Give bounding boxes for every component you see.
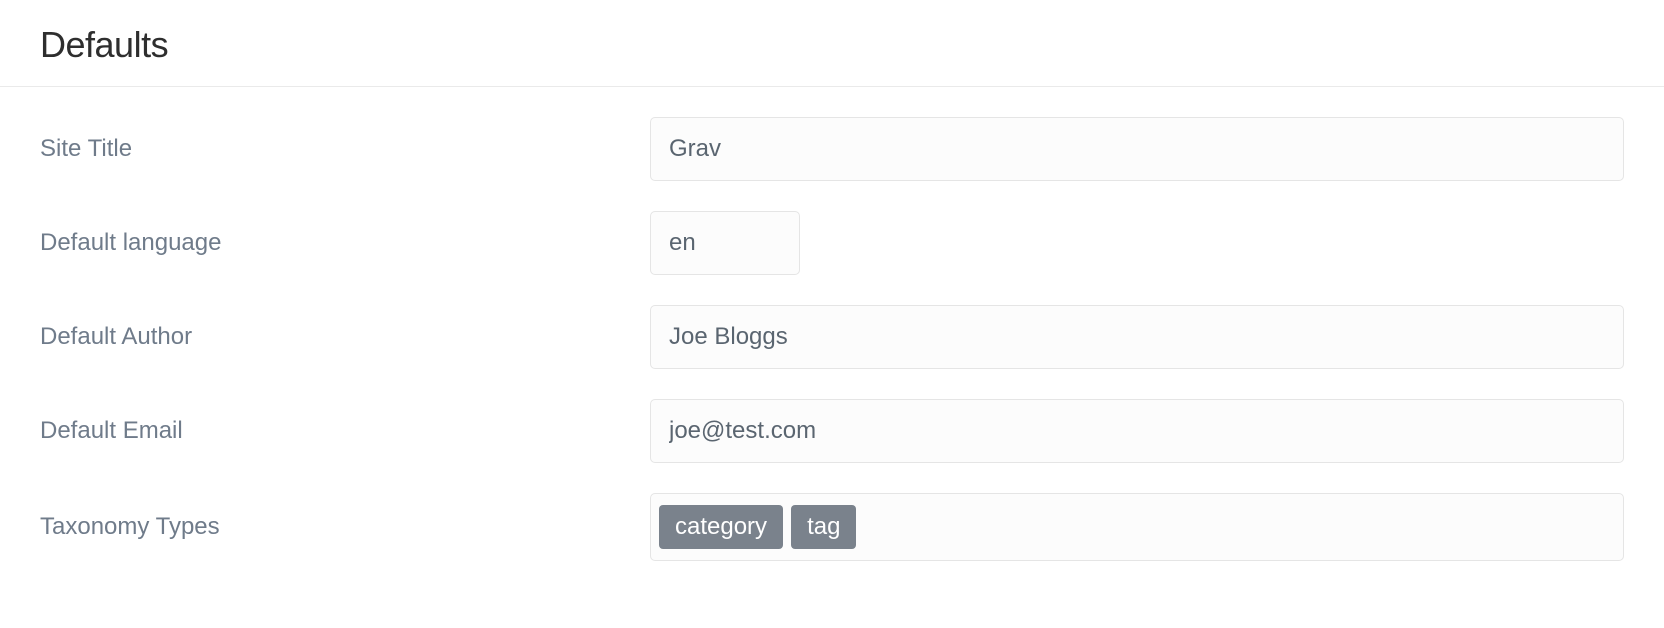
default-author-input[interactable] <box>650 305 1624 369</box>
label-taxonomy-types: Taxonomy Types <box>40 513 650 541</box>
label-default-language: Default language <box>40 229 650 257</box>
row-default-author: Default Author <box>40 305 1624 369</box>
section-title: Defaults <box>40 24 1624 66</box>
control-default-email <box>650 399 1624 463</box>
label-default-author: Default Author <box>40 323 650 351</box>
row-default-language: Default language <box>40 211 1624 275</box>
taxonomy-types-input[interactable]: category tag <box>650 493 1624 561</box>
default-email-input[interactable] <box>650 399 1624 463</box>
label-default-email: Default Email <box>40 417 650 445</box>
section-header: Defaults <box>0 0 1664 87</box>
control-default-author <box>650 305 1624 369</box>
control-taxonomy-types: category tag <box>650 493 1624 561</box>
row-default-email: Default Email <box>40 399 1624 463</box>
row-site-title: Site Title <box>40 117 1624 181</box>
taxonomy-tag-chip[interactable]: tag <box>791 505 856 549</box>
taxonomy-tag-chip[interactable]: category <box>659 505 783 549</box>
default-language-input[interactable] <box>650 211 800 275</box>
label-site-title: Site Title <box>40 135 650 163</box>
control-default-language <box>650 211 1624 275</box>
site-title-input[interactable] <box>650 117 1624 181</box>
control-site-title <box>650 117 1624 181</box>
form-body: Site Title Default language Default Auth… <box>0 87 1664 621</box>
row-taxonomy-types: Taxonomy Types category tag <box>40 493 1624 561</box>
